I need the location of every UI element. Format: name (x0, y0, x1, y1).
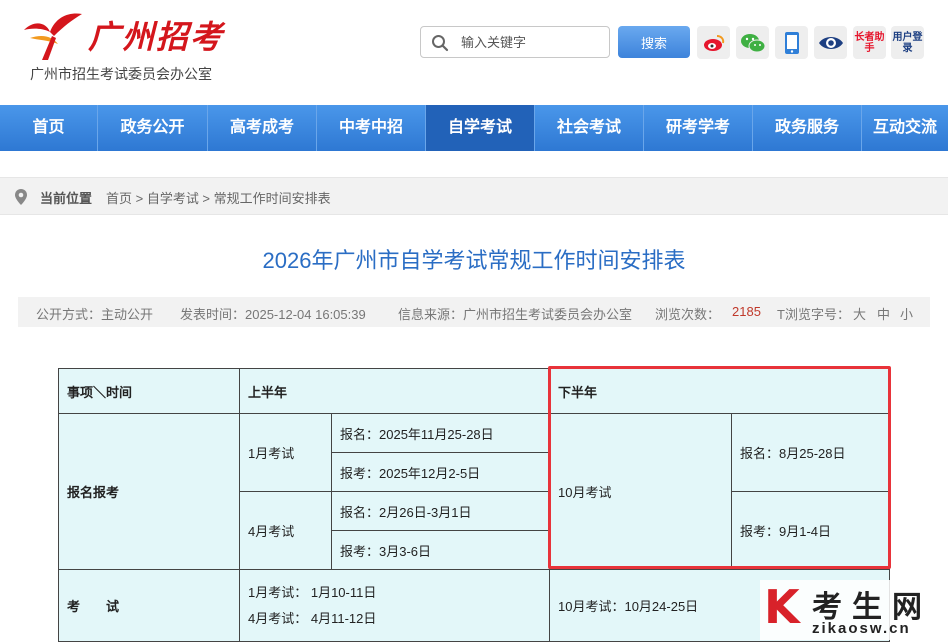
wechat-button[interactable] (736, 26, 769, 59)
table-row: 报名报考 1月考试 报名：2025年11月25-28日 10月考试 报名：8月2… (58, 413, 890, 570)
mobile-button[interactable] (775, 26, 808, 59)
watermark-url: zikaosw.cn (812, 620, 911, 637)
nav-item-home[interactable]: 首页 (0, 105, 98, 151)
cell-jan-reg: 报名：2025年11月25-28日 (331, 413, 550, 453)
eye-icon (818, 36, 843, 49)
user-login-button[interactable]: 用户登录 (891, 26, 924, 59)
breadcrumb: 当前位置 首页 > 自学考试 > 常规工作时间安排表 (0, 177, 948, 215)
cell-oct-reg: 报名：8月25-28日 (731, 413, 890, 492)
meta-open-mode: 公开方式：主动公开 (36, 307, 154, 322)
torch-logo-icon (24, 13, 82, 60)
search-input[interactable] (461, 28, 606, 56)
cell-oct-apply: 报考：9月1-4日 (731, 491, 890, 570)
cell-jan-apply: 报考：2025年12月2-5日 (331, 452, 550, 492)
breadcrumb-path[interactable]: 首页 > 自学考试 > 常规工作时间安排表 (106, 188, 331, 207)
cell-exam-first-half: 1月考试： 1月10-11日 4月考试： 4月11-12日 (239, 569, 550, 642)
site-subtitle: 广州市招生考试委员会办公室 (30, 66, 212, 82)
meta-source: 信息来源：广州市招生考试委员会办公室 (398, 307, 633, 322)
cell-apr-apply: 报考：3月3-6日 (331, 530, 550, 570)
nav-item-gaokao[interactable]: 高考成考 (208, 105, 317, 151)
meta-views-label: 浏览次数： (655, 307, 721, 322)
nav-item-services[interactable]: 政务服务 (753, 105, 862, 151)
search-icon (432, 35, 449, 52)
row-label-exam: 考 试 (58, 569, 240, 642)
weibo-icon (703, 34, 724, 51)
site-header: 广州招考 广州市招生考试委员会办公室 搜索 (0, 0, 948, 105)
main-nav: 首页 政务公开 高考成考 中考中招 自学考试 社会考试 研考学考 政务服务 互动… (0, 105, 948, 151)
meta-publish-time: 发表时间：2025-12-04 16:05:39 (180, 307, 366, 322)
cell-jan-exam: 1月考试 (239, 413, 332, 492)
breadcrumb-label: 当前位置 (40, 191, 93, 206)
site-logo[interactable]: 广州招考 广州市招生考试委员会办公室 (18, 6, 258, 86)
header-first-half: 上半年 (239, 368, 550, 414)
cell-apr-exam: 4月考试 (239, 491, 332, 570)
exam-apr-date: 4月考试： 4月11-12日 (248, 610, 377, 626)
logo-text: 广州招考 (88, 18, 225, 56)
font-size-large[interactable]: 大 (853, 304, 866, 323)
accessibility-button[interactable] (814, 26, 847, 59)
elder-helper-label: 长者助手 (854, 31, 885, 54)
watermark-logo: K 考生网 zikaosw.cn (760, 580, 945, 640)
search-button[interactable]: 搜索 (618, 26, 690, 58)
watermark-letter: K (764, 580, 800, 634)
table-header-row: 事项＼时间 上半年 下半年 (58, 368, 890, 414)
header-second-half: 下半年 (549, 368, 890, 414)
elder-helper-button[interactable]: 长者助手 (853, 26, 886, 59)
weibo-button[interactable] (697, 26, 730, 59)
cell-apr-reg: 报名：2月26日-3月1日 (331, 491, 550, 531)
font-size-medium[interactable]: 中 (877, 304, 890, 323)
mobile-icon (784, 31, 799, 54)
nav-item-social-exam[interactable]: 社会考试 (535, 105, 644, 151)
search-box (420, 26, 610, 58)
meta-font-label: T浏览字号： (777, 307, 850, 322)
location-pin-icon (15, 189, 27, 205)
nav-item-gov-affairs[interactable]: 政务公开 (98, 105, 208, 151)
exam-jan-date: 1月考试： 1月10-11日 (248, 584, 377, 600)
nav-item-self-study[interactable]: 自学考试 (426, 105, 535, 151)
nav-item-zhongkao[interactable]: 中考中招 (317, 105, 426, 151)
nav-item-postgrad[interactable]: 研考学考 (644, 105, 753, 151)
row-label-registration: 报名报考 (58, 413, 240, 570)
nav-item-interaction[interactable]: 互动交流 (862, 105, 948, 151)
user-login-label: 用户登录 (892, 31, 923, 54)
font-size-small[interactable]: 小 (900, 304, 913, 323)
page-title: 2026年广州市自学考试常规工作时间安排表 (262, 248, 686, 273)
meta-views-count: 2185 (732, 304, 761, 319)
wechat-icon (740, 33, 765, 52)
cell-oct-exam: 10月考试 (549, 413, 732, 570)
header-item-time: 事项＼时间 (58, 368, 240, 414)
article-meta: 公开方式：主动公开 发表时间：2025-12-04 16:05:39 信息来源：… (18, 297, 930, 327)
